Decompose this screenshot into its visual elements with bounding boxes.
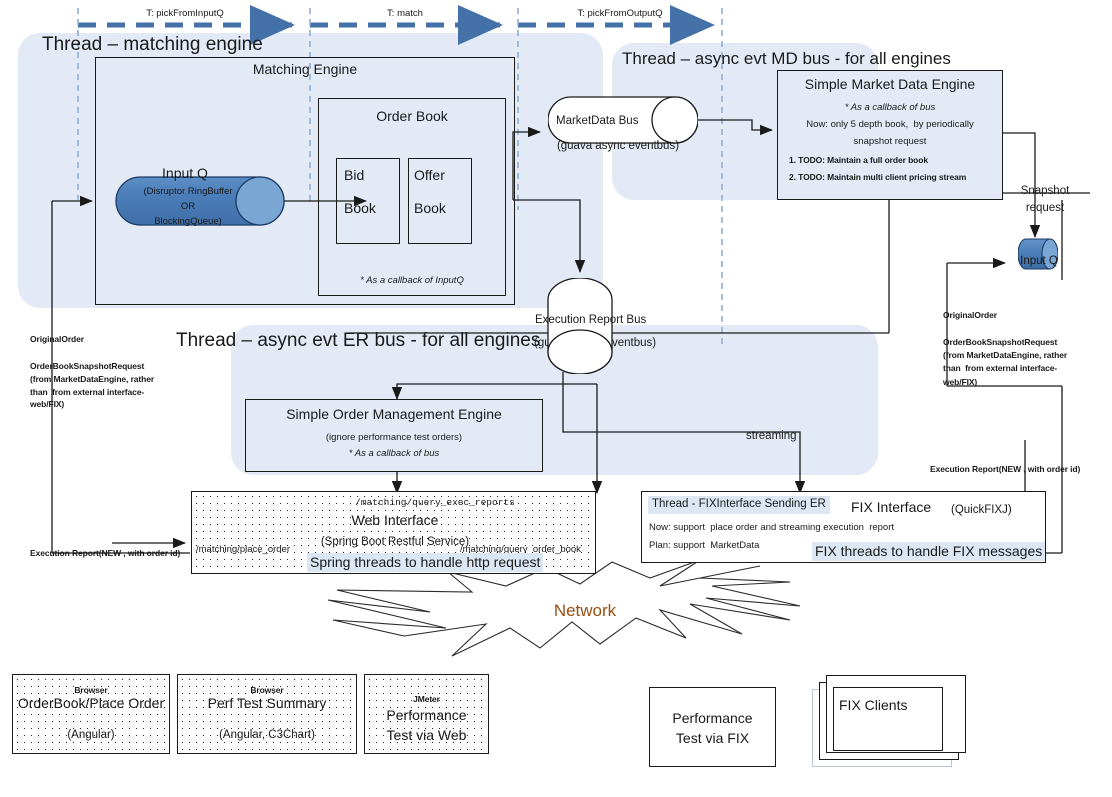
input-q-title: Input Q bbox=[162, 165, 208, 181]
fix-interface-threads-label: FIX threads to handle FIX messages bbox=[812, 542, 1046, 561]
left-annotation-snapshot-request: OrderBookSnapshotRequest (from MarketDat… bbox=[30, 361, 155, 410]
client-orderbook-sub: (Angular) bbox=[67, 729, 115, 741]
matching-engine-title: Matching Engine bbox=[252, 61, 358, 77]
fix-interface-now: Now: support place order and streaming e… bbox=[649, 522, 895, 533]
timeline-label-match: T: match bbox=[387, 8, 423, 19]
execution-report-bus-title: Execution Report Bus bbox=[535, 314, 647, 326]
right-annotation-execution-report: Execution Report(NEW , with order id) bbox=[930, 464, 1081, 474]
input-q-line3: BlockingQueue) bbox=[154, 216, 222, 227]
market-data-engine-note: * As a callback of bus bbox=[844, 102, 936, 113]
marketdata-bus-title: MarketData Bus bbox=[556, 115, 639, 127]
timeline-label-pickfrominputq: T: pickFromInputQ bbox=[146, 8, 224, 19]
web-interface-threads-label: Spring threads to handle http request bbox=[307, 553, 544, 572]
panel-title-matching-engine-thread: Thread – matching engine bbox=[42, 34, 263, 55]
client-orderbook-top: Browser bbox=[74, 685, 108, 695]
market-data-engine-todo1: 1. TODO: Maintain a full order book bbox=[789, 155, 928, 165]
left-annotation-execution-report: Execution Report(NEW , with order id) bbox=[30, 548, 181, 558]
market-data-engine-line2: snapshot request bbox=[853, 136, 927, 147]
order-management-engine-note: * As a callback of bus bbox=[348, 448, 440, 459]
streaming-label: streaming bbox=[746, 430, 797, 442]
architecture-diagram: T: pickFromInputQ T: match T: pickFromOu… bbox=[0, 0, 1112, 797]
marketdata-bus-subtitle: (guava async eventbus) bbox=[556, 140, 680, 152]
client-perf-summary-top: Browser bbox=[250, 685, 284, 695]
client-perf-summary-sub: (Angular, C3Chart) bbox=[219, 729, 315, 741]
left-annotation-original-order: OriginalOrder bbox=[30, 334, 84, 344]
fix-interface-title: FIX Interface bbox=[851, 499, 932, 515]
web-interface-title: Web Interface bbox=[351, 512, 439, 528]
input-q-line1: (Disruptor RingBuffer bbox=[143, 186, 233, 197]
market-data-engine-todo2: 2. TODO: Maintain multi client pricing s… bbox=[789, 172, 967, 182]
fix-clients-label: FIX Clients bbox=[839, 697, 908, 713]
fix-interface-title-suffix: (QuickFIXJ) bbox=[951, 504, 1012, 516]
web-interface-endpoint-top: /matching/query_exec_reports bbox=[355, 497, 515, 508]
web-interface-endpoint-left: /matching/place_order bbox=[196, 544, 290, 555]
offer-book-label: Offer Book bbox=[414, 167, 446, 217]
perf-test-fix-label: Performance Test via FIX bbox=[672, 710, 753, 747]
panel-title-er-bus-thread: Thread – async evt ER bus - for all engi… bbox=[176, 330, 541, 351]
client-jmeter-title: Performance Test via Web bbox=[386, 707, 467, 743]
network-label: Network bbox=[553, 601, 617, 620]
order-management-engine-title: Simple Order Management Engine bbox=[286, 406, 502, 422]
right-input-q-label: Input Q bbox=[1020, 255, 1058, 267]
client-orderbook-title: OrderBook/Place Order bbox=[17, 695, 165, 711]
fix-interface-plan: Plan: support MarketData bbox=[649, 540, 760, 551]
timeline-label-pickfromoutputq: T: pickFromOutputQ bbox=[577, 8, 663, 19]
right-annotation-original-order: OriginalOrder bbox=[943, 310, 997, 320]
fix-interface-thread-label: Thread - FIXInterface Sending ER bbox=[648, 496, 830, 514]
order-management-engine-line1: (ignore performance test orders) bbox=[325, 432, 463, 443]
panel-title-md-bus-thread: Thread – async evt MD bus - for all engi… bbox=[622, 49, 951, 68]
input-q-line2: OR bbox=[180, 201, 196, 212]
client-perf-summary-title: Perf Test Summary bbox=[207, 695, 327, 711]
bid-book-label: Bid Book bbox=[344, 167, 376, 217]
client-jmeter-top: JMeter bbox=[413, 694, 440, 704]
market-data-engine-line1: Now: only 5 depth book, by periodically bbox=[806, 119, 974, 130]
right-annotation-snapshot-request: OrderBookSnapshotRequest (from MarketDat… bbox=[943, 337, 1068, 387]
snapshot-request-label: Snapshot request bbox=[1020, 185, 1070, 214]
market-data-engine-title: Simple Market Data Engine bbox=[804, 76, 976, 92]
order-book-title: Order Book bbox=[376, 108, 448, 124]
order-book-note: * As a callback of InputQ bbox=[360, 275, 464, 286]
